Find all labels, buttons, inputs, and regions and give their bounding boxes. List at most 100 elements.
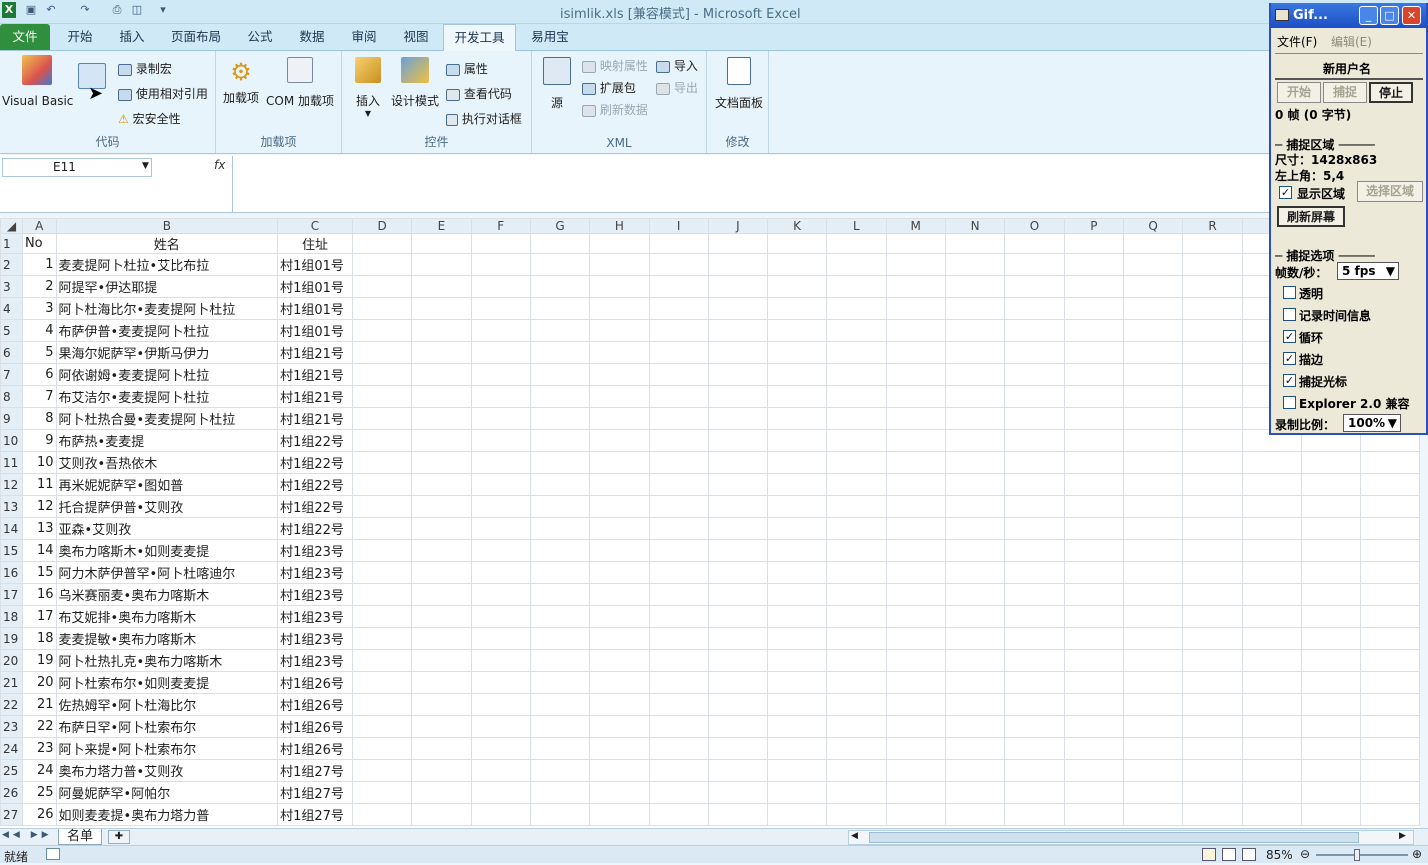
cell[interactable] bbox=[707, 451, 768, 474]
cell[interactable] bbox=[1004, 539, 1065, 562]
cell[interactable]: 9 bbox=[21, 429, 57, 452]
cell[interactable] bbox=[470, 649, 531, 672]
cell[interactable]: 村1组26号 bbox=[277, 671, 353, 694]
cell[interactable] bbox=[1063, 605, 1124, 628]
cell[interactable] bbox=[707, 517, 768, 540]
cell[interactable]: 5 bbox=[21, 341, 57, 364]
cell[interactable] bbox=[1182, 737, 1243, 760]
cell[interactable] bbox=[1004, 233, 1065, 254]
cell[interactable] bbox=[826, 693, 887, 716]
cell[interactable] bbox=[470, 473, 531, 496]
cell[interactable]: 26 bbox=[21, 803, 57, 826]
time-info-checkbox[interactable] bbox=[1283, 308, 1296, 321]
cell[interactable] bbox=[411, 715, 472, 738]
row-header[interactable]: 16 bbox=[0, 561, 23, 584]
page-break-view-icon[interactable] bbox=[1242, 848, 1256, 861]
cell[interactable] bbox=[351, 407, 413, 430]
cell[interactable] bbox=[351, 693, 413, 716]
cell[interactable] bbox=[826, 451, 887, 474]
cell[interactable]: 1 bbox=[21, 253, 57, 276]
row-header[interactable]: 10 bbox=[0, 429, 23, 452]
cell[interactable] bbox=[1122, 627, 1184, 650]
cell[interactable] bbox=[944, 781, 1006, 804]
cell[interactable] bbox=[1300, 473, 1361, 496]
cell[interactable] bbox=[351, 539, 413, 562]
row-header[interactable]: 11 bbox=[0, 451, 23, 474]
cell[interactable] bbox=[766, 781, 828, 804]
cell[interactable] bbox=[529, 341, 591, 364]
cell[interactable] bbox=[351, 803, 413, 826]
cell[interactable] bbox=[1182, 671, 1243, 694]
cell[interactable] bbox=[826, 715, 887, 738]
column-header[interactable]: N bbox=[944, 218, 1006, 234]
tab-file[interactable]: 文件 bbox=[0, 24, 50, 50]
cell[interactable]: 村1组22号 bbox=[277, 495, 353, 518]
cell[interactable] bbox=[885, 583, 946, 606]
row-header[interactable]: 19 bbox=[0, 627, 23, 650]
column-header[interactable]: R bbox=[1182, 218, 1243, 234]
tab-formulas[interactable]: 公式 bbox=[236, 24, 284, 50]
cell[interactable] bbox=[529, 583, 591, 606]
cell[interactable]: 21 bbox=[21, 693, 57, 716]
column-header[interactable]: E bbox=[411, 218, 472, 234]
column-header[interactable]: L bbox=[826, 218, 887, 234]
cell[interactable] bbox=[1182, 539, 1243, 562]
cell[interactable] bbox=[589, 517, 650, 540]
cell[interactable] bbox=[589, 473, 650, 496]
cell[interactable] bbox=[470, 561, 531, 584]
cell[interactable] bbox=[766, 803, 828, 826]
cell[interactable] bbox=[648, 539, 709, 562]
cell[interactable] bbox=[1063, 341, 1124, 364]
cell[interactable] bbox=[529, 715, 591, 738]
cell[interactable] bbox=[411, 473, 472, 496]
zoom-slider-thumb[interactable] bbox=[1354, 849, 1360, 861]
cell[interactable] bbox=[1122, 297, 1184, 320]
cell[interactable] bbox=[826, 341, 887, 364]
column-header[interactable]: A bbox=[21, 218, 57, 234]
cell[interactable] bbox=[885, 429, 946, 452]
cell[interactable] bbox=[589, 583, 650, 606]
cell[interactable] bbox=[1241, 561, 1302, 584]
cell[interactable] bbox=[885, 253, 946, 276]
cell[interactable] bbox=[707, 649, 768, 672]
cell[interactable] bbox=[944, 649, 1006, 672]
cell[interactable] bbox=[1004, 253, 1065, 276]
refresh-screen-button[interactable]: 刷新屏幕 bbox=[1277, 206, 1345, 227]
cell[interactable] bbox=[766, 759, 828, 782]
cell[interactable] bbox=[944, 319, 1006, 342]
cell[interactable] bbox=[529, 319, 591, 342]
cell[interactable] bbox=[1122, 517, 1184, 540]
cell[interactable] bbox=[411, 233, 472, 254]
cell[interactable] bbox=[1241, 539, 1302, 562]
cell[interactable] bbox=[826, 583, 887, 606]
cell[interactable] bbox=[1359, 803, 1420, 826]
cell[interactable] bbox=[1300, 627, 1361, 650]
cell[interactable] bbox=[1063, 517, 1124, 540]
cell[interactable] bbox=[1182, 275, 1243, 298]
cell[interactable] bbox=[1063, 539, 1124, 562]
cell[interactable] bbox=[766, 297, 828, 320]
cell[interactable] bbox=[885, 407, 946, 430]
cell[interactable]: 20 bbox=[21, 671, 57, 694]
cell[interactable] bbox=[648, 671, 709, 694]
cell[interactable]: 村1组01号 bbox=[277, 253, 353, 276]
tab-insert[interactable]: 插入 bbox=[108, 24, 156, 50]
cell[interactable] bbox=[351, 385, 413, 408]
cell[interactable] bbox=[766, 429, 828, 452]
cell[interactable] bbox=[529, 429, 591, 452]
cell[interactable] bbox=[589, 451, 650, 474]
row-header[interactable]: 22 bbox=[0, 693, 23, 716]
column-header[interactable]: K bbox=[766, 218, 828, 234]
cell[interactable] bbox=[1004, 319, 1065, 342]
cell[interactable] bbox=[648, 737, 709, 760]
cell[interactable] bbox=[1004, 583, 1065, 606]
refresh-data-button[interactable]: 刷新数据 bbox=[582, 101, 648, 118]
cell[interactable] bbox=[648, 693, 709, 716]
cell[interactable] bbox=[411, 539, 472, 562]
select-area-button[interactable]: 选择区域 bbox=[1357, 181, 1423, 202]
cell[interactable] bbox=[411, 781, 472, 804]
cell[interactable] bbox=[470, 233, 531, 254]
cell[interactable] bbox=[707, 253, 768, 276]
cell[interactable] bbox=[1122, 693, 1184, 716]
cell[interactable] bbox=[1182, 319, 1243, 342]
